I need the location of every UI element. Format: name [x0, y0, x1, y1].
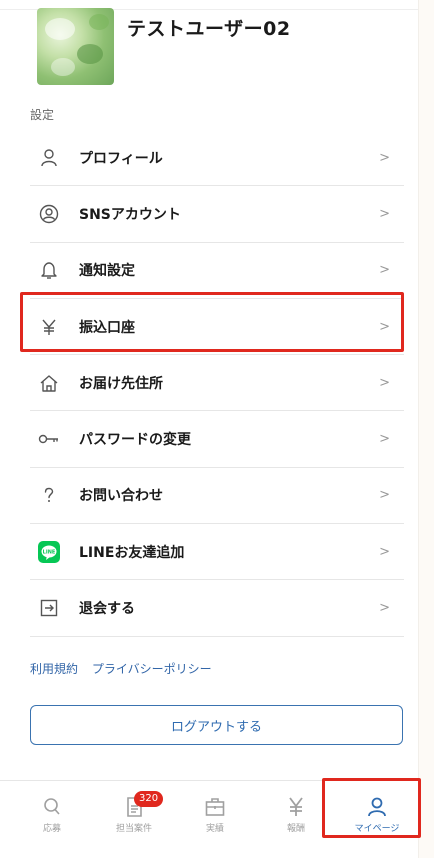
avatar[interactable] [37, 8, 114, 85]
settings-menu: プロフィール > SNSアカウント > 通知設定 > 振込口座 > お届け先住所… [30, 130, 404, 637]
menu-item-delivery-address[interactable]: お届け先住所 > [30, 355, 404, 412]
menu-item-sns-account[interactable]: SNSアカウント > [30, 186, 404, 243]
yen-icon [284, 795, 308, 819]
account-circle-icon [38, 203, 60, 225]
chevron-right-icon: > [379, 375, 390, 391]
person-icon [38, 147, 60, 169]
menu-item-label: お問い合わせ [79, 488, 163, 505]
chevron-right-icon: > [379, 262, 390, 278]
privacy-policy-link[interactable]: プライバシーポリシー [92, 662, 212, 676]
menu-item-label: 通知設定 [79, 263, 135, 280]
notification-badge: 320 [134, 791, 164, 807]
chevron-right-icon: > [379, 544, 390, 560]
exit-icon [38, 597, 60, 619]
nav-item-apply[interactable]: 応募 [12, 781, 92, 841]
nav-item-achievements[interactable]: 実績 [175, 781, 255, 841]
chevron-right-icon: > [379, 600, 390, 616]
terms-link[interactable]: 利用規約 [30, 662, 78, 676]
nav-item-my-page[interactable]: マイページ [337, 781, 417, 841]
chevron-right-icon: > [379, 431, 390, 447]
nav-label: 応募 [42, 824, 61, 834]
bottom-navigation: 応募 320 担当案件 実績 報酬 マイページ [0, 780, 418, 858]
key-icon [38, 428, 60, 450]
menu-item-change-password[interactable]: パスワードの変更 > [30, 411, 404, 468]
menu-item-line-friend[interactable]: LINE LINEお友達追加 > [30, 524, 404, 581]
nav-label: 担当案件 [115, 824, 152, 834]
chevron-right-icon: > [379, 150, 390, 166]
menu-item-label: お届け先住所 [79, 375, 163, 392]
nav-label: 実績 [205, 824, 224, 834]
settings-section-label: 設定 [30, 108, 55, 122]
my-page: テストユーザー02 設定 プロフィール > SNSアカウント > 通知設定 > [0, 0, 434, 858]
menu-item-notification-settings[interactable]: 通知設定 > [30, 243, 404, 299]
footer-links: 利用規約 プライバシーポリシー [30, 660, 222, 677]
line-icon: LINE [38, 540, 60, 563]
logout-button[interactable]: ログアウトする [30, 705, 403, 745]
home-icon [38, 372, 60, 394]
search-icon [40, 795, 64, 819]
nav-label: 報酬 [286, 824, 305, 834]
chevron-right-icon: > [379, 487, 390, 503]
menu-item-label: LINEお友達追加 [79, 544, 185, 561]
briefcase-icon [203, 795, 227, 819]
person-icon [365, 795, 389, 819]
menu-item-label: 振込口座 [79, 319, 135, 336]
user-name: テストユーザー02 [127, 18, 291, 40]
menu-item-label: 退会する [79, 601, 135, 618]
bell-icon [38, 259, 60, 281]
menu-item-label: パスワードの変更 [79, 432, 191, 449]
menu-item-label: プロフィール [79, 150, 163, 167]
nav-item-assigned-projects[interactable]: 320 担当案件 [94, 781, 174, 841]
nav-item-rewards[interactable]: 報酬 [256, 781, 336, 841]
chevron-right-icon: > [379, 206, 390, 222]
menu-item-bank-account[interactable]: 振込口座 > [30, 299, 404, 356]
yen-icon [38, 316, 60, 338]
chevron-right-icon: > [379, 319, 390, 335]
menu-item-profile[interactable]: プロフィール > [30, 130, 404, 187]
menu-item-label: SNSアカウント [79, 206, 181, 223]
svg-text:LINE: LINE [43, 549, 56, 555]
menu-item-withdraw[interactable]: 退会する > [30, 580, 404, 637]
question-icon [38, 484, 60, 506]
scroll-edge [418, 0, 434, 858]
menu-item-contact[interactable]: お問い合わせ > [30, 468, 404, 525]
nav-label: マイページ [354, 824, 400, 834]
